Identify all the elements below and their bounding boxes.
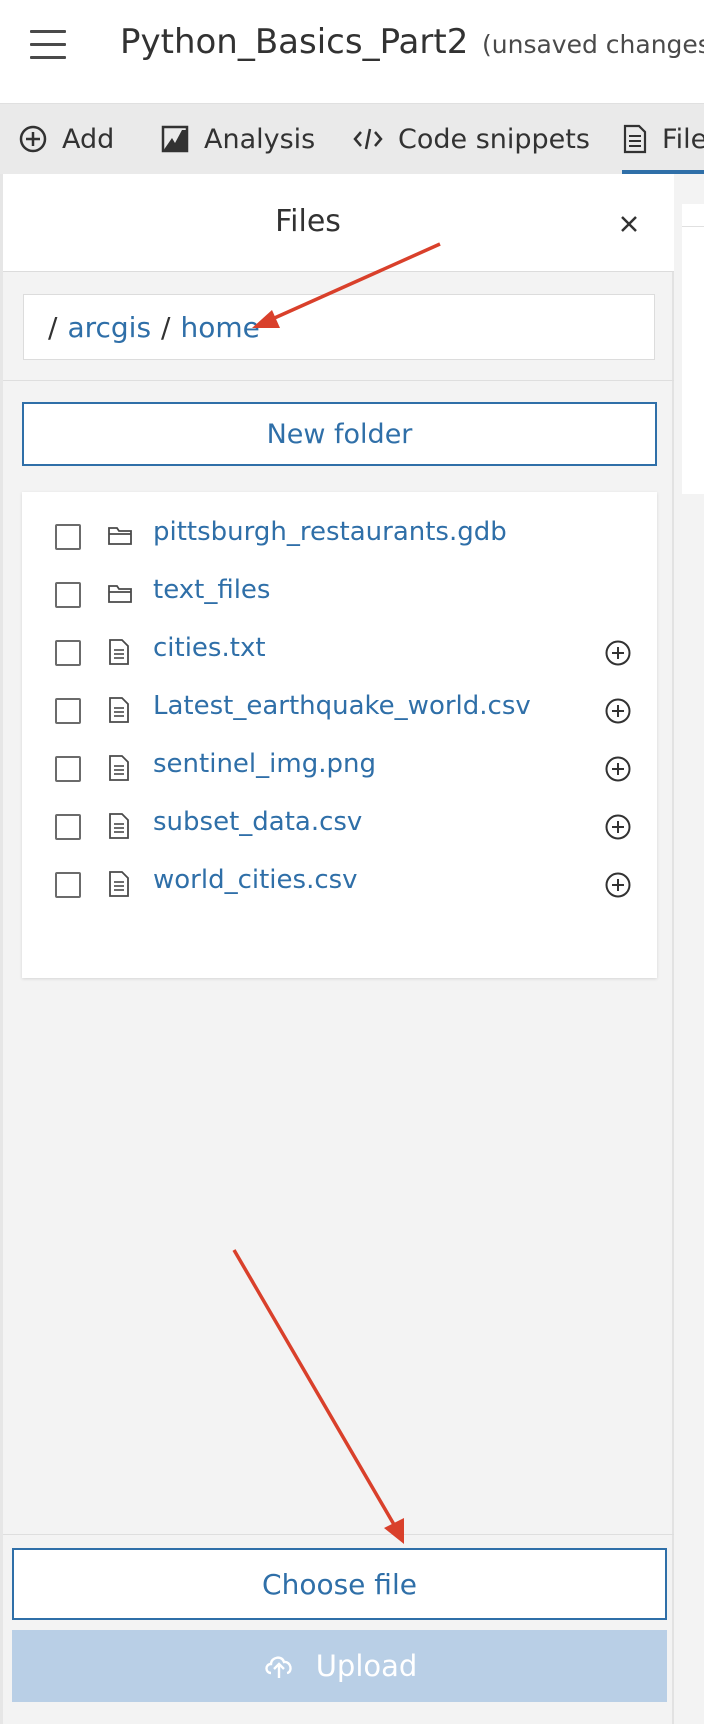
file-icon — [109, 697, 129, 723]
file-icon — [109, 639, 129, 665]
list-item: text_files — [22, 562, 657, 626]
file-checkbox[interactable] — [55, 756, 81, 782]
file-name[interactable]: pittsburgh_restaurants.gdb — [153, 517, 507, 547]
close-panel-button[interactable] — [611, 206, 647, 242]
add-to-notebook-icon[interactable] — [604, 639, 632, 667]
breadcrumb: / arcgis / home — [23, 294, 655, 360]
folder-icon — [108, 527, 132, 545]
unsaved-status: (unsaved changes — [482, 30, 704, 59]
add-to-notebook-icon[interactable] — [604, 813, 632, 841]
toolbar-files-label: File — [662, 123, 704, 155]
notebook-cell — [682, 204, 704, 494]
upload-button[interactable]: Upload — [12, 1630, 667, 1702]
files-panel-title: Files — [275, 204, 341, 239]
toolbar-add-label: Add — [62, 123, 115, 155]
upload-label: Upload — [315, 1649, 418, 1683]
divider — [682, 226, 704, 227]
file-checkbox[interactable] — [55, 582, 81, 608]
file-icon — [109, 755, 129, 781]
choose-file-button[interactable]: Choose file — [12, 1548, 667, 1620]
list-item: world_cities.csv — [22, 852, 657, 916]
close-icon — [621, 216, 637, 232]
file-name[interactable]: Latest_earthquake_world.csv — [153, 691, 531, 721]
list-item: sentinel_img.png — [22, 736, 657, 800]
toolbar-files-tab[interactable]: File — [622, 104, 704, 174]
hamburger-menu-icon[interactable] — [30, 28, 68, 62]
file-checkbox[interactable] — [55, 640, 81, 666]
file-checkbox[interactable] — [55, 698, 81, 724]
notebook-toolbar: Add Analysis Code snippets File — [0, 104, 704, 174]
toolbar-code-snippets-button[interactable]: Code snippets — [352, 104, 590, 174]
file-name[interactable]: sentinel_img.png — [153, 749, 376, 779]
breadcrumb-item-home[interactable]: home — [180, 311, 259, 344]
toolbar-add-button[interactable]: Add — [18, 104, 114, 174]
list-item: cities.txt — [22, 620, 657, 684]
file-name[interactable]: text_files — [153, 575, 270, 605]
file-checkbox[interactable] — [55, 872, 81, 898]
file-name[interactable]: subset_data.csv — [153, 807, 362, 837]
files-panel: Files / arcgis / home New folder pittsbu… — [0, 174, 674, 1724]
code-icon — [353, 128, 383, 150]
list-item: Latest_earthquake_world.csv — [22, 678, 657, 742]
divider — [3, 1534, 674, 1535]
files-panel-header: Files — [3, 174, 674, 272]
notebook-title[interactable]: Python_Basics_Part2 — [120, 22, 468, 62]
add-to-notebook-icon[interactable] — [604, 755, 632, 783]
file-checkbox[interactable] — [55, 524, 81, 550]
file-icon — [109, 813, 129, 839]
file-checkbox[interactable] — [55, 814, 81, 840]
analysis-icon — [161, 125, 189, 153]
file-list: pittsburgh_restaurants.gdb text_files ci… — [22, 492, 657, 978]
cloud-upload-icon — [265, 1656, 292, 1678]
toolbar-analysis-label: Analysis — [204, 123, 316, 155]
file-name[interactable]: world_cities.csv — [153, 865, 358, 895]
add-to-notebook-icon[interactable] — [604, 697, 632, 725]
file-icon — [623, 124, 647, 154]
app-header: Python_Basics_Part2 (unsaved changes — [0, 0, 704, 104]
toolbar-code-snippets-label: Code snippets — [398, 123, 590, 155]
file-name[interactable]: cities.txt — [153, 633, 266, 663]
breadcrumb-separator: / — [161, 310, 171, 344]
breadcrumb-separator: / — [48, 310, 58, 344]
file-icon — [109, 871, 129, 897]
folder-icon — [108, 585, 132, 603]
add-to-notebook-icon[interactable] — [604, 871, 632, 899]
new-folder-button[interactable]: New folder — [22, 402, 657, 466]
divider — [3, 380, 674, 381]
toolbar-analysis-button[interactable]: Analysis — [160, 104, 315, 174]
list-item: pittsburgh_restaurants.gdb — [22, 504, 657, 568]
plus-circle-icon — [19, 125, 47, 153]
notebook-area — [674, 174, 704, 1724]
list-item: subset_data.csv — [22, 794, 657, 858]
breadcrumb-item-arcgis[interactable]: arcgis — [67, 311, 151, 344]
